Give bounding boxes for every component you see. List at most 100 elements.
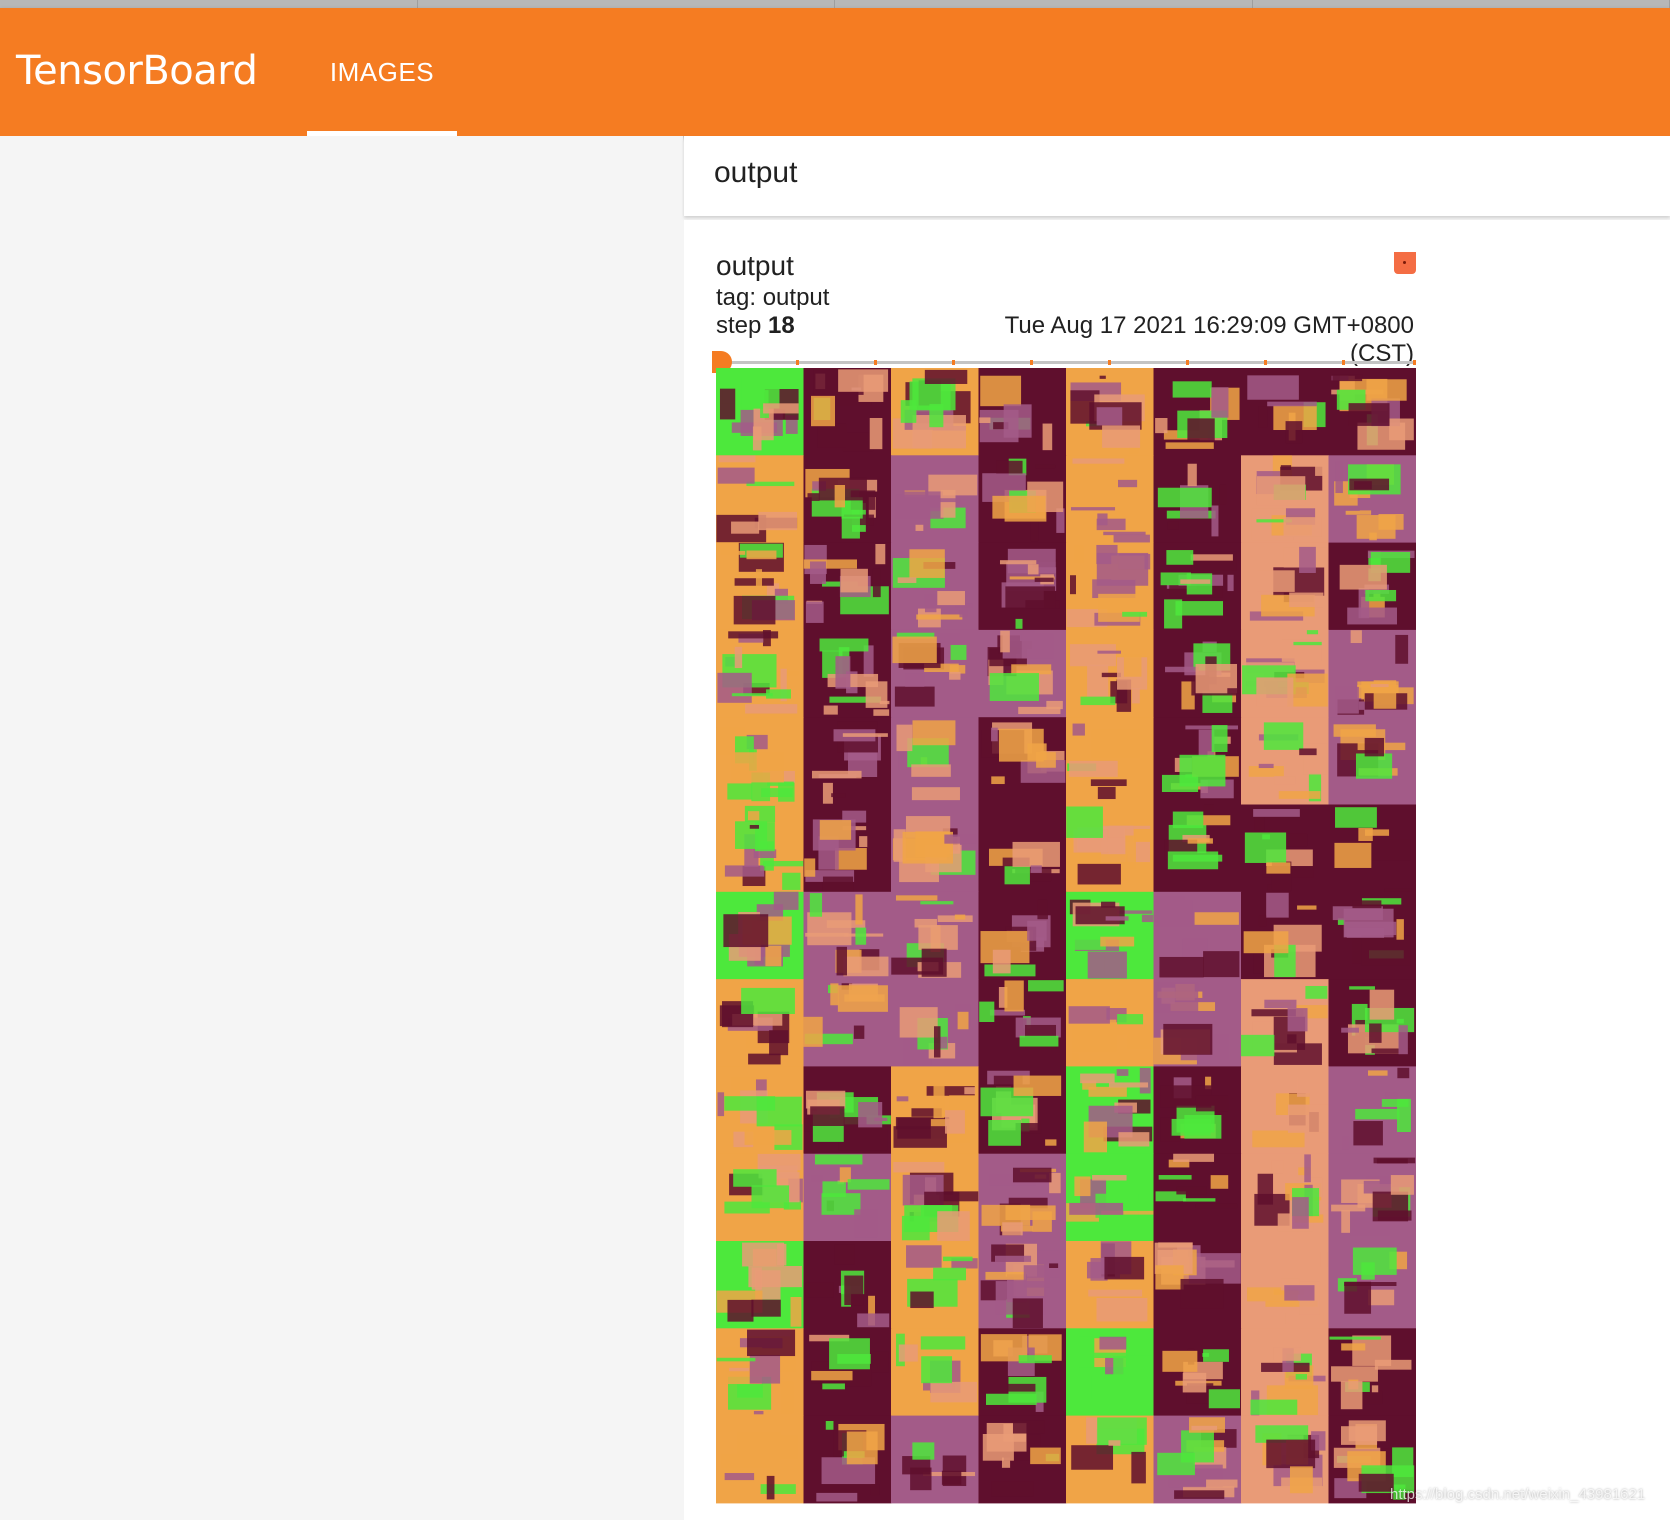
grid-image-tile	[979, 979, 1067, 1067]
browser-tab[interactable]	[0, 0, 418, 8]
grid-image-tile	[1154, 1066, 1242, 1154]
grid-image-tile	[1329, 979, 1417, 1067]
slider-tick	[952, 360, 955, 365]
grid-image-tile	[1329, 455, 1417, 543]
tab-images-label: IMAGES	[330, 57, 434, 88]
grid-image-tile	[1066, 1416, 1154, 1504]
card-tag: tag: output	[716, 284, 829, 312]
grid-image-tile	[716, 630, 804, 718]
grid-image-tile	[804, 455, 892, 543]
grid-image-tile	[979, 630, 1067, 718]
grid-image-tile	[891, 1328, 979, 1416]
grid-image-tile	[1241, 1066, 1329, 1154]
grid-image-tile	[891, 805, 979, 893]
slider-tick	[1186, 360, 1189, 365]
slider-tick	[874, 360, 877, 365]
grid-image-tile	[1241, 979, 1329, 1067]
grid-image-tile	[716, 1241, 804, 1329]
grid-image-tile	[716, 1328, 804, 1416]
grid-image-tile	[1154, 1416, 1242, 1504]
grid-image-tile	[1329, 1328, 1417, 1416]
grid-image-tile	[1154, 979, 1242, 1067]
grid-image-tile	[1066, 979, 1154, 1067]
grid-image-tile	[1066, 717, 1154, 805]
browser-tab-strip	[0, 0, 1670, 8]
grid-image-tile	[979, 543, 1067, 631]
grid-image-tile	[979, 1328, 1067, 1416]
grid-image-tile	[804, 1328, 892, 1416]
grid-image-tile	[891, 1416, 979, 1504]
grid-image-tile	[804, 630, 892, 718]
grid-image-tile	[1329, 1241, 1417, 1329]
actual-size-toggle-icon[interactable]	[1394, 252, 1416, 274]
grid-image-tile	[1241, 543, 1329, 631]
image-card: output tag: output step 18 Tue Aug 17 20…	[684, 220, 1670, 1520]
grid-image-tile	[804, 1066, 892, 1154]
grid-image-tile	[1066, 892, 1154, 980]
grid-image-tile	[891, 630, 979, 718]
grid-image-tile	[979, 805, 1067, 893]
tag-group-header[interactable]: output	[684, 136, 1670, 216]
grid-image-tile	[1241, 368, 1329, 456]
grid-image-tile	[1154, 1328, 1242, 1416]
grid-image-tile	[1329, 892, 1417, 980]
card-step: step 18	[716, 312, 795, 340]
grid-image-tile	[1329, 1066, 1417, 1154]
grid-image-tile	[1241, 805, 1329, 893]
slider-tick	[1413, 360, 1416, 365]
card-title: output	[716, 250, 794, 282]
grid-image-tile	[1154, 805, 1242, 893]
grid-image-tile	[804, 1241, 892, 1329]
grid-image-tile	[1066, 630, 1154, 718]
grid-image-tile	[891, 455, 979, 543]
grid-image-tile	[1066, 1066, 1154, 1154]
grid-image-tile	[891, 1241, 979, 1329]
grid-image-tile	[1154, 1241, 1242, 1329]
grid-image-tile	[891, 979, 979, 1067]
grid-image-tile	[1066, 805, 1154, 893]
step-label: step	[716, 312, 768, 339]
grid-image-tile	[1066, 543, 1154, 631]
grid-image-tile	[891, 1154, 979, 1242]
grid-image-tile	[804, 717, 892, 805]
step-value: 18	[768, 312, 795, 339]
grid-image-tile	[1154, 630, 1242, 718]
grid-image-tile	[891, 1066, 979, 1154]
grid-image-tile	[891, 543, 979, 631]
image-grid	[716, 368, 1416, 1514]
grid-image-tile	[1329, 543, 1417, 631]
grid-image-tile	[1066, 368, 1154, 456]
slider-track	[716, 361, 1416, 364]
app-brand: TensorBoard	[16, 48, 257, 94]
slider-tick	[1342, 360, 1345, 365]
browser-tab[interactable]	[835, 0, 1253, 8]
grid-image-tile	[1329, 1154, 1417, 1242]
grid-image-tile	[1154, 455, 1242, 543]
grid-image-tile	[1154, 717, 1242, 805]
browser-tab[interactable]	[1253, 0, 1670, 8]
grid-image-tile	[1154, 1154, 1242, 1242]
grid-image-tile	[1329, 630, 1417, 718]
sidebar	[0, 136, 683, 1514]
grid-image-tile	[979, 455, 1067, 543]
browser-tab[interactable]	[418, 0, 836, 8]
grid-image-tile	[1241, 630, 1329, 718]
grid-image-tile	[804, 979, 892, 1067]
grid-image-tile	[804, 543, 892, 631]
tab-images[interactable]: IMAGES	[307, 8, 457, 136]
grid-image-tile	[891, 717, 979, 805]
grid-image-tile	[804, 805, 892, 893]
watermark: https://blog.csdn.net/weixin_43981621	[1390, 1486, 1645, 1503]
grid-image-tile	[1241, 455, 1329, 543]
grid-image-tile	[1154, 543, 1242, 631]
slider-tick	[1030, 360, 1033, 365]
grid-image-tile	[1066, 1241, 1154, 1329]
slider-tick	[1108, 360, 1111, 365]
grid-image-tile	[979, 717, 1067, 805]
grid-image-tile	[804, 892, 892, 980]
grid-image-tile	[804, 1154, 892, 1242]
grid-image-tile	[1329, 805, 1417, 893]
grid-image-tile	[716, 805, 804, 893]
grid-image-tile	[1066, 455, 1154, 543]
slider-tick	[1264, 360, 1267, 365]
